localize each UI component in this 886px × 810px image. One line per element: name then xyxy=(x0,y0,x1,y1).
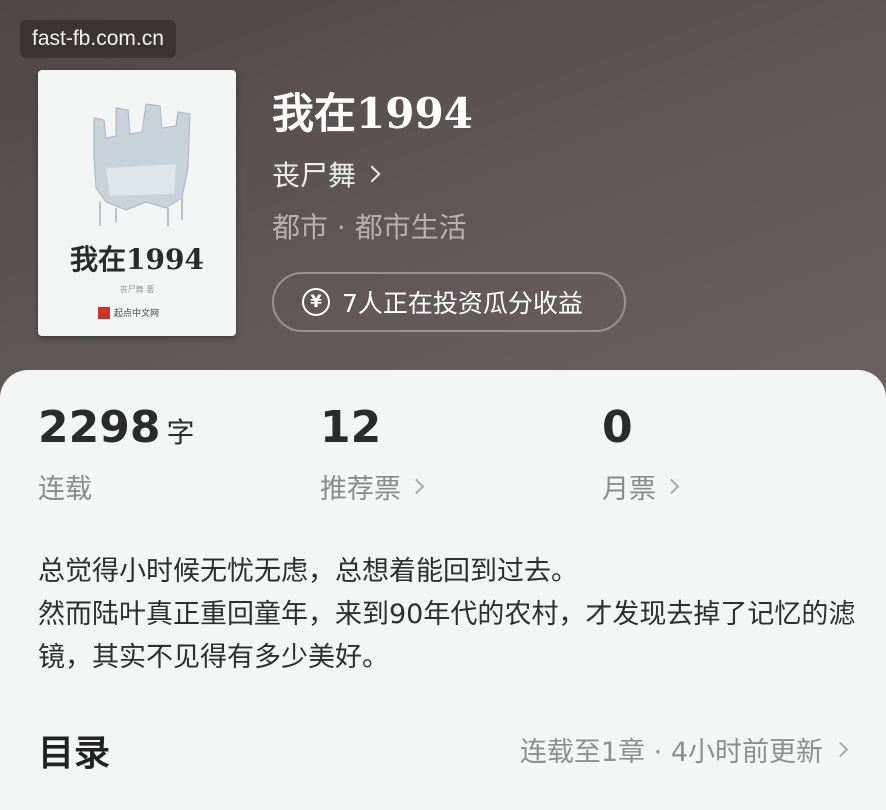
synopsis-line: 总觉得小时候无忧无虑，总想着能回到过去。 xyxy=(38,556,578,587)
cover-artwork xyxy=(93,103,191,226)
chevron-right-icon xyxy=(663,478,680,495)
serial-status-label: 连载 xyxy=(38,474,92,505)
genre-tags[interactable]: 都市 · 都市生活 xyxy=(272,206,467,246)
stat-word-count: 2298 字 连载 xyxy=(38,402,194,506)
monthly-votes-value: 0 xyxy=(602,402,633,453)
watermark: fast-fb.com.cn xyxy=(20,20,176,58)
invest-text: 7人正在投资瓜分收益 xyxy=(342,289,583,318)
book-cover[interactable]: 我在1994 丧尸舞 著 起点中文网 xyxy=(38,70,236,336)
toc-update-info: 连载至1章 · 4小时前更新 xyxy=(519,737,823,768)
yen-icon: ¥ xyxy=(302,288,330,316)
word-count-value: 2298 xyxy=(38,402,161,453)
stat-monthly-votes[interactable]: 0 月票 xyxy=(602,402,680,506)
chevron-right-icon xyxy=(408,478,425,495)
synopsis-line: 然而陆叶真正重回童年，来到90年代的农村，才发现去掉了记忆的滤镜，其实不见得有多… xyxy=(38,599,856,673)
cover-publisher: 起点中文网 xyxy=(98,306,159,319)
invest-button[interactable]: ¥ 7人正在投资瓜分收益 xyxy=(272,272,626,332)
publisher-name: 起点中文网 xyxy=(114,309,160,319)
chevron-right-icon xyxy=(832,741,849,758)
cover-title: 我在1994 xyxy=(70,243,204,276)
recommend-votes-label: 推荐票 xyxy=(320,474,401,505)
author-name: 丧尸舞 xyxy=(272,159,357,192)
monthly-votes-label: 月票 xyxy=(602,474,656,505)
book-synopsis[interactable]: 总觉得小时候无忧无虑，总想着能回到过去。 然而陆叶真正重回童年，来到90年代的农… xyxy=(38,550,858,679)
toc-update-link[interactable]: 连载至1章 · 4小时前更新 xyxy=(519,730,849,769)
toc-title[interactable]: 目录 xyxy=(38,724,110,776)
book-title: 我在1994 xyxy=(272,89,473,138)
publisher-logo-icon xyxy=(98,306,110,319)
chevron-right-icon xyxy=(363,165,381,183)
word-count-unit: 字 xyxy=(166,416,195,449)
author-link[interactable]: 丧尸舞 xyxy=(272,154,381,194)
cover-author: 丧尸舞 著 xyxy=(119,285,155,294)
recommend-votes-value: 12 xyxy=(320,402,382,453)
stat-recommend-votes[interactable]: 12 推荐票 xyxy=(320,402,425,506)
